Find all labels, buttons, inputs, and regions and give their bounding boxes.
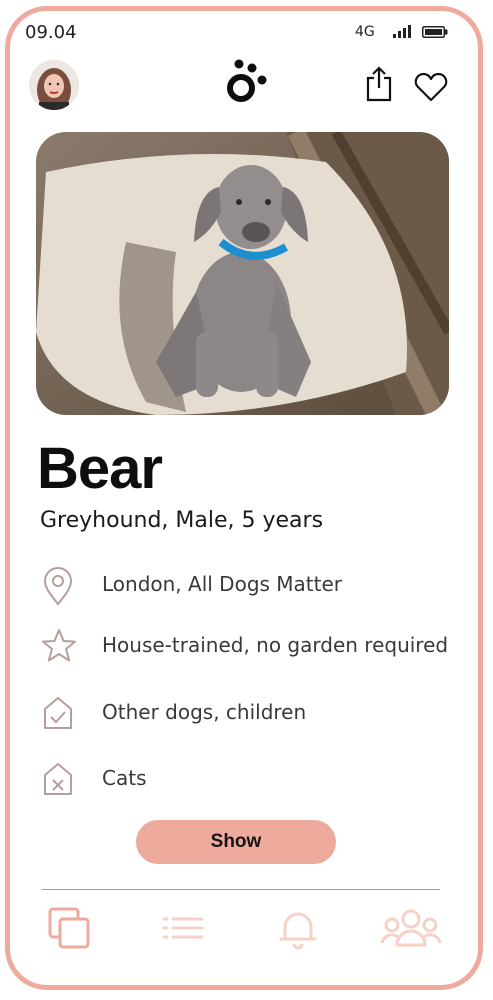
show-button[interactable]: Show	[136, 820, 336, 864]
house-check-icon	[44, 697, 72, 729]
cards-icon[interactable]	[46, 905, 92, 951]
status-time: 09.04	[25, 22, 77, 43]
location-pin-icon	[43, 567, 73, 606]
pet-name: Bear	[37, 436, 163, 501]
feature-text: Other dogs, children	[102, 700, 307, 724]
house-cross-icon	[44, 763, 72, 795]
pet-details: Greyhound, Male, 5 years	[40, 508, 324, 533]
feature-text: House-trained, no garden required	[102, 633, 449, 657]
dog-photo	[36, 132, 449, 415]
nav-divider	[42, 889, 440, 890]
signal-icon	[393, 25, 411, 38]
status-bar: 09.04 4G	[0, 20, 493, 48]
avatar-image	[29, 60, 79, 110]
group-icon[interactable]	[380, 905, 442, 955]
battery-icon	[422, 26, 448, 38]
feature-text: London, All Dogs Matter	[102, 572, 343, 596]
network-label: 4G	[355, 24, 375, 40]
list-icon[interactable]	[160, 905, 206, 951]
paw-logo-icon	[227, 59, 267, 102]
bell-icon[interactable]	[275, 905, 321, 951]
heart-icon[interactable]	[414, 72, 448, 102]
user-avatar[interactable]	[29, 60, 79, 110]
share-icon[interactable]	[365, 66, 393, 102]
dog-photo-image	[36, 132, 449, 415]
feature-text: Cats	[102, 766, 147, 790]
star-icon	[42, 629, 76, 662]
